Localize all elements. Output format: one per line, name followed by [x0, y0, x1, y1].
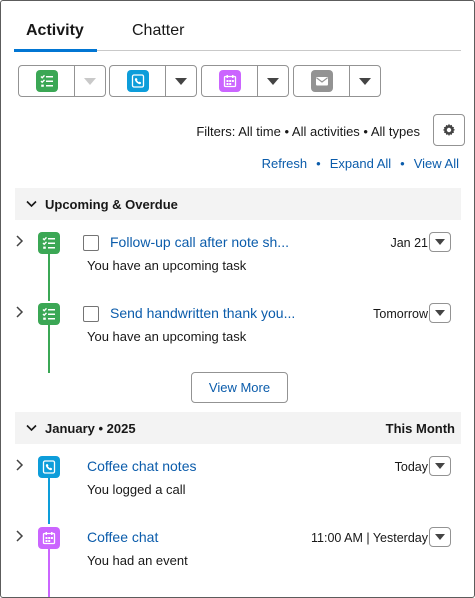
filters-summary: Filters: All time • All activities • All…	[196, 124, 420, 139]
activity-date: 11:00 AM | Yesterday	[311, 531, 428, 545]
log-call-dropdown[interactable]	[166, 66, 196, 96]
separator: •	[400, 156, 405, 171]
chevron-down-icon	[435, 310, 445, 316]
chevron-down-icon	[359, 77, 371, 85]
activity-date: Today	[394, 460, 428, 474]
separator: •	[316, 156, 321, 171]
email-button[interactable]	[294, 66, 350, 96]
new-event-dropdown[interactable]	[258, 66, 288, 96]
task-icon	[38, 303, 60, 325]
tab-bar: Activity Chatter	[14, 15, 461, 52]
event-icon	[38, 527, 60, 549]
activity-panel: Activity Chatter Filters: All time • All…	[0, 0, 475, 598]
chevron-right-icon[interactable]	[15, 234, 24, 248]
log-call-button-group	[109, 65, 197, 97]
chevron-down-icon	[175, 77, 187, 85]
task-checkbox[interactable]	[83, 306, 99, 322]
activity-subject-link[interactable]: Coffee chat notes	[87, 458, 287, 474]
refresh-link[interactable]: Refresh	[262, 156, 308, 171]
timeline-line	[48, 549, 50, 597]
item-actions-menu[interactable]	[429, 527, 451, 547]
chevron-down-icon	[267, 77, 279, 85]
section-period: This Month	[385, 420, 455, 436]
activity-date: Jan 21	[390, 236, 428, 250]
email-dropdown[interactable]	[350, 66, 380, 96]
tab-activity[interactable]: Activity	[26, 22, 84, 40]
section-title: Upcoming & Overdue	[45, 196, 178, 212]
activity-description: You logged a call	[87, 482, 186, 497]
view-all-link[interactable]: View All	[414, 156, 459, 171]
task-checkbox[interactable]	[83, 235, 99, 251]
new-task-button[interactable]	[19, 66, 75, 96]
email-button-group	[293, 65, 381, 97]
timeline-line	[48, 254, 50, 301]
item-actions-menu[interactable]	[429, 232, 451, 252]
gear-icon	[442, 123, 456, 136]
tab-chatter[interactable]: Chatter	[132, 22, 184, 40]
activity-description: You have an upcoming task	[87, 258, 247, 273]
view-more-button[interactable]: View More	[191, 372, 288, 403]
section-title: January • 2025	[45, 420, 136, 436]
new-task-dropdown[interactable]	[75, 66, 105, 96]
section-january-2025[interactable]: January • 2025 This Month	[15, 412, 461, 444]
task-icon	[35, 70, 58, 92]
chevron-down-icon	[26, 424, 37, 432]
activity-subject-link[interactable]: Follow-up call after note sh...	[110, 234, 298, 250]
timeline-line	[48, 325, 50, 373]
timeline-line	[48, 478, 50, 524]
chevron-right-icon[interactable]	[15, 305, 24, 319]
active-tab-indicator	[14, 49, 97, 52]
chevron-right-icon[interactable]	[15, 458, 24, 472]
expand-all-link[interactable]: Expand All	[330, 156, 391, 171]
task-icon	[38, 232, 60, 254]
new-event-button-group	[201, 65, 289, 97]
chevron-down-icon	[435, 534, 445, 540]
activity-description: You have an upcoming task	[87, 329, 247, 344]
new-event-button[interactable]	[202, 66, 258, 96]
chevron-right-icon[interactable]	[15, 529, 24, 543]
new-task-button-group	[18, 65, 106, 97]
activity-description: You had an event	[87, 553, 188, 568]
item-actions-menu[interactable]	[429, 303, 451, 323]
activity-actions: Refresh • Expand All • View All	[262, 156, 459, 171]
activity-subject-link[interactable]: Coffee chat	[87, 529, 287, 545]
call-icon	[126, 70, 149, 92]
chevron-down-icon	[435, 239, 445, 245]
item-actions-menu[interactable]	[429, 456, 451, 476]
email-icon	[310, 70, 333, 92]
section-upcoming-overdue[interactable]: Upcoming & Overdue	[15, 188, 461, 220]
log-call-button[interactable]	[110, 66, 166, 96]
activity-subject-link[interactable]: Send handwritten thank you...	[110, 305, 300, 321]
filter-settings-button[interactable]	[433, 114, 465, 146]
chevron-down-icon	[26, 200, 37, 208]
chevron-down-icon	[435, 463, 445, 469]
event-icon	[218, 70, 241, 92]
activity-date: Tomorrow	[373, 307, 428, 321]
chevron-down-icon	[84, 77, 96, 85]
call-icon	[38, 456, 60, 478]
